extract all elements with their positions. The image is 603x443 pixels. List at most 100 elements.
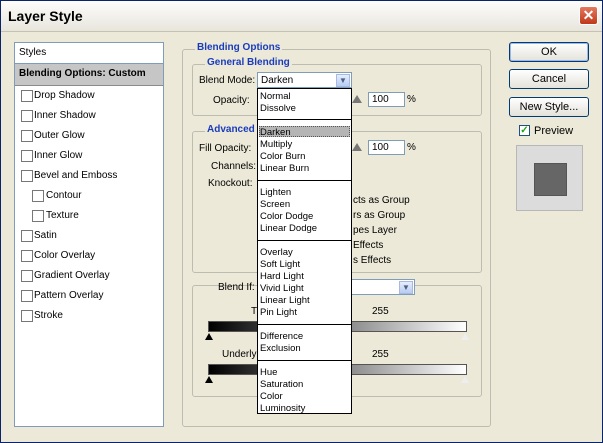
blend-option-hue[interactable]: Hue <box>260 367 277 379</box>
blend-option-soft-light[interactable]: Soft Light <box>260 259 300 271</box>
blend-clipped-layers-option[interactable]: rs as Group <box>353 210 405 221</box>
fill-opacity-label: Fill Opacity: <box>199 143 252 154</box>
preview-label: Preview <box>534 125 574 137</box>
blend-option-pin-light[interactable]: Pin Light <box>260 307 297 319</box>
fill-opacity-slider-handle[interactable] <box>352 143 362 151</box>
preview-swatch <box>534 163 567 196</box>
blend-option-hard-light[interactable]: Hard Light <box>260 271 304 283</box>
blend-option-vivid-light[interactable]: Vivid Light <box>260 283 304 295</box>
blend-option-saturation[interactable]: Saturation <box>260 379 303 391</box>
blend-option-linear-burn[interactable]: Linear Burn <box>260 163 309 175</box>
opacity-input-value: 100 <box>372 94 389 105</box>
this-layer-max: 255 <box>372 306 389 317</box>
style-item-label: Blending Options: Custom <box>19 68 146 79</box>
opacity-input[interactable]: 100 <box>368 92 405 107</box>
style-item-label: Color Overlay <box>34 250 96 261</box>
blend-mode-select[interactable]: Darken ▼ <box>257 72 352 88</box>
transparency-shapes-option[interactable]: pes Layer <box>353 225 397 236</box>
channels-label: Channels: <box>211 161 257 172</box>
dropdown-separator <box>258 119 351 120</box>
style-item-label: Satin <box>34 230 57 241</box>
checkbox[interactable] <box>32 210 44 222</box>
blend-if-select[interactable]: ▼ <box>351 279 415 295</box>
style-item-label: Outer Glow <box>34 130 85 141</box>
style-item-label: Gradient Overlay <box>34 270 110 281</box>
style-item-label: Stroke <box>34 310 63 321</box>
checkbox[interactable] <box>21 250 33 262</box>
blending-options-title: Blending Options <box>195 42 283 53</box>
blend-option-color-burn[interactable]: Color Burn <box>260 151 305 163</box>
title-bar[interactable]: Layer Style ✕ <box>1 1 602 32</box>
blend-option-multiply[interactable]: Multiply <box>260 139 292 151</box>
close-icon[interactable]: ✕ <box>579 6 598 25</box>
this-layer-white-slider[interactable] <box>461 333 469 340</box>
blend-option-overlay[interactable]: Overlay <box>260 247 293 259</box>
preview-checkbox[interactable]: ✓ <box>519 125 530 136</box>
style-item-label: Inner Glow <box>34 150 83 161</box>
dropdown-separator <box>258 360 351 361</box>
advanced-blending-title: Advanced <box>205 124 257 135</box>
blend-option-linear-light[interactable]: Linear Light <box>260 295 310 307</box>
layer-style-dialog: Layer Style ✕ Styles Blending Options: C… <box>0 0 603 443</box>
fill-opacity-value: 100 <box>372 142 389 153</box>
blend-mode-label: Blend Mode: <box>199 75 256 86</box>
checkbox[interactable] <box>21 230 33 242</box>
styles-header-label: Styles <box>19 47 47 58</box>
underlying-layer-max: 255 <box>372 349 389 360</box>
checkbox[interactable] <box>21 290 33 302</box>
blend-mode-value: Darken <box>261 75 294 86</box>
vector-mask-hides-option[interactable]: s Effects <box>353 255 391 266</box>
underlying-white-slider[interactable] <box>461 376 469 383</box>
style-item-label: Texture <box>46 210 79 221</box>
checkbox[interactable] <box>21 90 33 102</box>
chevron-down-icon[interactable]: ▼ <box>399 281 413 294</box>
style-item-blending-options[interactable]: Blending Options: Custom <box>15 64 163 86</box>
blend-option-darken[interactable]: Darken <box>260 127 291 139</box>
checkbox[interactable] <box>21 170 33 182</box>
blend-option-color[interactable]: Color <box>260 391 283 403</box>
window-title: Layer Style <box>8 8 83 24</box>
style-item-label: Pattern Overlay <box>34 290 104 301</box>
blend-option-exclusion[interactable]: Exclusion <box>260 343 301 355</box>
blend-option-luminosity[interactable]: Luminosity <box>260 403 305 415</box>
opacity-slider-handle[interactable] <box>352 95 362 103</box>
checkbox[interactable] <box>32 190 44 202</box>
style-item-label: Inner Shadow <box>34 110 96 121</box>
blend-option-screen[interactable]: Screen <box>260 199 290 211</box>
ok-button[interactable]: OK <box>509 42 589 62</box>
opacity-unit: % <box>407 94 416 105</box>
cancel-button[interactable]: Cancel <box>509 69 589 89</box>
style-item-label: Contour <box>46 190 82 201</box>
blend-mode-dropdown-list: Normal Dissolve Darken Multiply Color Bu… <box>257 88 352 414</box>
checkbox[interactable] <box>21 130 33 142</box>
new-style-button[interactable]: New Style... <box>509 97 589 117</box>
chevron-down-icon[interactable]: ▼ <box>336 74 350 87</box>
knockout-label: Knockout: <box>208 178 253 189</box>
blend-interior-effects-option[interactable]: cts as Group <box>353 195 410 206</box>
this-layer-black-slider[interactable] <box>205 333 213 340</box>
blend-option-linear-dodge[interactable]: Linear Dodge <box>260 223 317 235</box>
preview-thumbnail <box>516 145 583 211</box>
fill-opacity-unit: % <box>407 142 416 153</box>
dropdown-separator <box>258 180 351 181</box>
fill-opacity-input[interactable]: 100 <box>368 140 405 155</box>
checkbox[interactable] <box>21 110 33 122</box>
blend-option-color-dodge[interactable]: Color Dodge <box>260 211 313 223</box>
underlying-black-slider[interactable] <box>205 376 213 383</box>
layer-mask-hides-option[interactable]: Effects <box>353 240 383 251</box>
general-blending-title: General Blending <box>205 57 292 68</box>
dropdown-separator <box>258 240 351 241</box>
styles-header[interactable]: Styles <box>15 43 163 64</box>
checkbox[interactable] <box>21 310 33 322</box>
dropdown-separator <box>258 324 351 325</box>
blend-if-label: Blend If: <box>218 282 255 293</box>
checkbox[interactable] <box>21 270 33 282</box>
blend-option-lighten[interactable]: Lighten <box>260 187 291 199</box>
style-item-label: Bevel and Emboss <box>34 170 118 181</box>
blend-option-difference[interactable]: Difference <box>260 331 303 343</box>
style-item-label: Drop Shadow <box>34 90 95 101</box>
checkbox[interactable] <box>21 150 33 162</box>
styles-list: Styles Blending Options: Custom Drop Sha… <box>14 42 164 427</box>
blend-option-dissolve[interactable]: Dissolve <box>260 103 296 115</box>
blend-option-normal[interactable]: Normal <box>260 91 291 103</box>
